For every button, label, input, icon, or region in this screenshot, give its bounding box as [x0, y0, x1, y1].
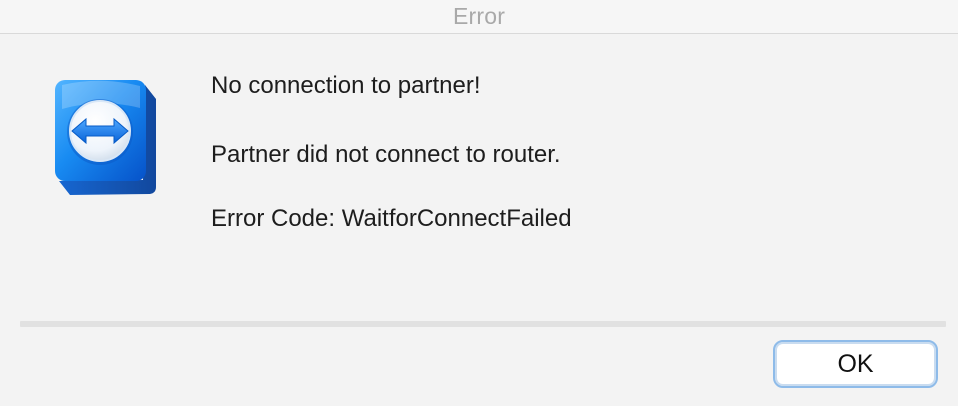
ok-button[interactable]: OK [773, 340, 938, 388]
divider [20, 321, 946, 327]
window-title: Error [452, 3, 506, 29]
message-heading: No connection to partner! [211, 72, 481, 99]
message-text-block: No connection to partner! Partner did no… [211, 72, 901, 233]
message-detail: Partner did not connect to router. [211, 141, 561, 168]
error-code-text: Error Code: WaitforConnectFailed [211, 205, 572, 232]
teamviewer-logo-icon [52, 76, 162, 198]
error-dialog: Error No connection to partner! Partner … [0, 0, 958, 406]
title-bar: Error [0, 0, 958, 34]
